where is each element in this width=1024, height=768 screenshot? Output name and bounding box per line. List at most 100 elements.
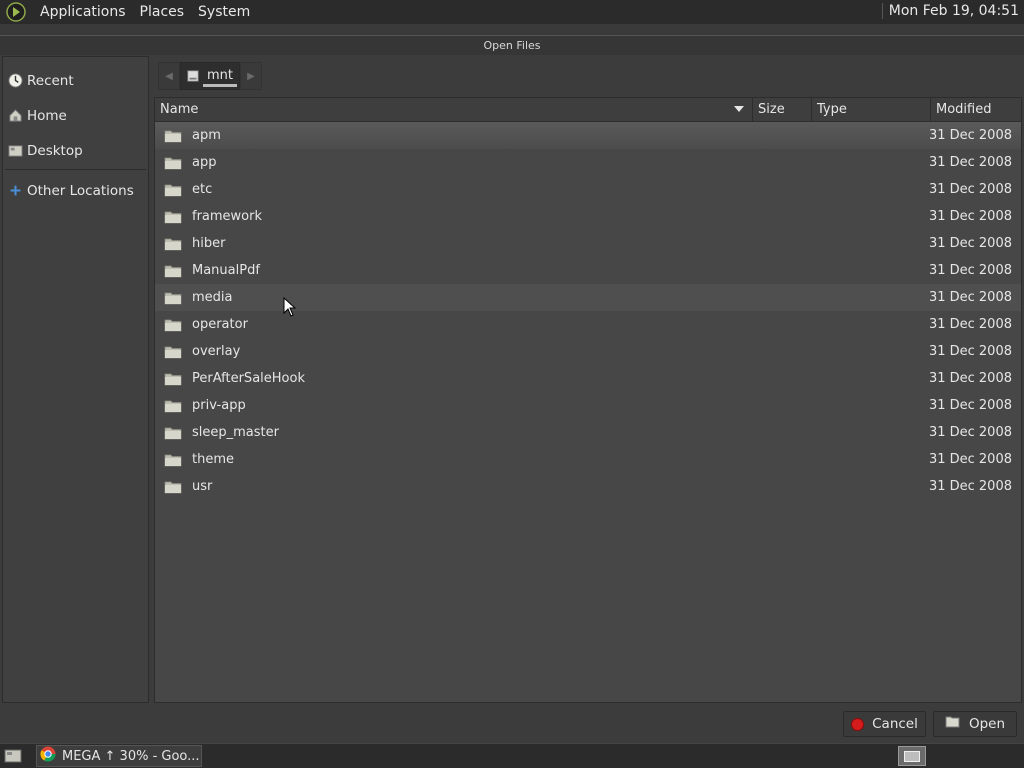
places-sidebar: Recent Home Desktop Other Locations [2,56,149,703]
file-name: apm [192,128,221,143]
menu-system[interactable]: System [191,4,257,20]
file-name: overlay [192,344,241,359]
file-name: hiber [192,236,226,251]
taskbar-item-label: MEGA ↑ 30% - Goo... [62,748,200,764]
column-label: Name [160,102,199,117]
path-crumb-mnt[interactable]: mnt [180,62,240,90]
dialog-title: Open Files [0,36,1024,55]
workspace-window-thumb [904,750,920,762]
table-row[interactable]: theme 31 Dec 2008 [155,446,1021,473]
column-label: Size [758,102,785,117]
file-modified: 31 Dec 2008 [928,290,1012,305]
top-panel: Applications Places System Mon Feb 19, 0… [0,0,1024,24]
menu-places[interactable]: Places [133,4,192,20]
path-bar: ◀ mnt ▶ [158,61,262,91]
workspace-switcher[interactable] [898,746,926,766]
folder-icon [164,427,182,439]
open-button[interactable]: Open [933,711,1017,737]
sidebar-item-desktop[interactable]: Desktop [3,133,148,168]
folder-icon [164,319,182,331]
table-row[interactable]: sleep_master 31 Dec 2008 [155,419,1021,446]
column-label: Type [817,102,847,117]
folder-icon [164,481,182,493]
folder-icon [164,346,182,358]
sidebar-item-label: Home [27,107,67,124]
folder-open-icon [945,715,961,733]
open-files-dialog: Open Files Recent Home Desktop Other Loc… [0,35,1024,743]
mouse-cursor-icon [283,297,297,317]
column-header-type[interactable]: Type [812,98,931,121]
sidebar-item-label: Recent [27,72,74,89]
file-modified: 31 Dec 2008 [928,182,1012,197]
folder-icon [164,238,182,250]
table-row[interactable]: framework 31 Dec 2008 [155,203,1021,230]
file-modified: 31 Dec 2008 [928,452,1012,467]
table-row[interactable]: priv-app 31 Dec 2008 [155,392,1021,419]
distro-logo-icon[interactable] [5,1,27,23]
file-name: PerAfterSaleHook [192,371,305,386]
table-row[interactable]: overlay 31 Dec 2008 [155,338,1021,365]
taskbar-item-chrome[interactable]: MEGA ↑ 30% - Goo... [36,745,202,767]
table-row[interactable]: hiber 31 Dec 2008 [155,230,1021,257]
file-modified: 31 Dec 2008 [928,425,1012,440]
button-label: Cancel [872,716,918,732]
file-name: usr [192,479,213,494]
file-list-header: Name Size Type Modified [155,98,1021,122]
file-name: framework [192,209,263,224]
home-icon [7,108,23,124]
file-name: app [192,155,217,170]
sidebar-item-label: Other Locations [27,182,134,199]
table-row[interactable]: apm 31 Dec 2008 [155,122,1021,149]
file-modified: 31 Dec 2008 [928,128,1012,143]
file-name: ManualPdf [192,263,260,278]
sidebar-item-recent[interactable]: Recent [3,63,148,98]
folder-icon [164,400,182,412]
file-name: sleep_master [192,425,279,440]
file-modified: 31 Dec 2008 [928,263,1012,278]
table-row[interactable]: usr 31 Dec 2008 [155,473,1021,500]
file-modified: 31 Dec 2008 [928,209,1012,224]
path-back-button[interactable]: ◀ [158,62,180,90]
column-label: Modified [936,102,992,117]
column-header-modified[interactable]: Modified [931,98,1021,121]
file-name: priv-app [192,398,246,413]
file-modified: 31 Dec 2008 [928,236,1012,251]
plus-icon [7,183,23,199]
sidebar-item-home[interactable]: Home [3,98,148,133]
sort-descending-icon [734,106,744,112]
chevron-left-icon: ◀ [165,70,173,82]
folder-icon [164,265,182,277]
folder-icon [164,211,182,223]
folder-icon [164,130,182,142]
sidebar-item-other-locations[interactable]: Other Locations [3,173,148,208]
desktop-icon [7,143,23,159]
file-list: Name Size Type Modified apm 31 Dec 2008 ap… [154,97,1022,703]
show-desktop-icon[interactable] [2,746,24,766]
column-header-name[interactable]: Name [155,98,753,121]
folder-icon [164,184,182,196]
table-row[interactable]: etc 31 Dec 2008 [155,176,1021,203]
table-row[interactable]: app 31 Dec 2008 [155,149,1021,176]
path-crumb-label: mnt [203,65,237,87]
button-label: Open [968,716,1006,732]
folder-icon [164,373,182,385]
cancel-button[interactable]: Cancel [843,711,926,737]
file-modified: 31 Dec 2008 [928,371,1012,386]
column-header-size[interactable]: Size [753,98,812,121]
sidebar-item-label: Desktop [27,142,83,159]
folder-icon [164,454,182,466]
file-modified: 31 Dec 2008 [928,155,1012,170]
drive-icon [183,65,203,87]
table-row[interactable]: ManualPdf 31 Dec 2008 [155,257,1021,284]
chevron-right-icon: ▶ [247,70,255,82]
table-row[interactable]: PerAfterSaleHook 31 Dec 2008 [155,365,1021,392]
file-modified: 31 Dec 2008 [928,344,1012,359]
cancel-icon [851,717,865,731]
recent-icon [7,73,23,89]
file-modified: 31 Dec 2008 [928,479,1012,494]
path-forward-button[interactable]: ▶ [240,62,262,90]
file-name: etc [192,182,213,197]
clock[interactable]: Mon Feb 19, 04:51 [881,3,1019,19]
menu-applications[interactable]: Applications [33,4,133,20]
sidebar-separator [5,169,146,170]
